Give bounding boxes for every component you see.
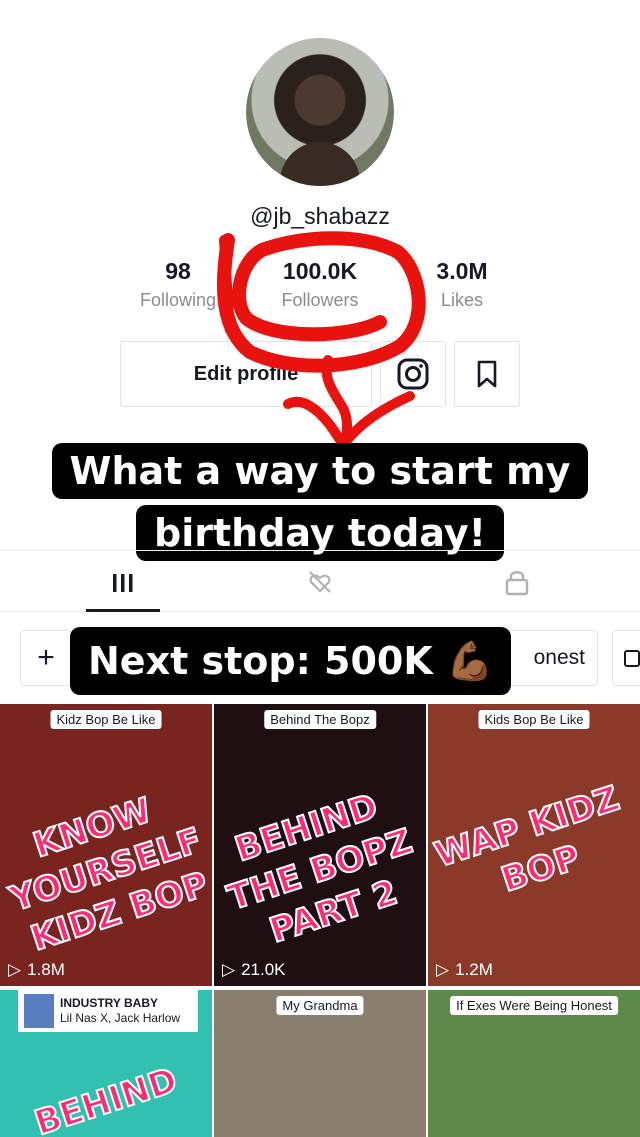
- caption-line-1-text: What a way to start my: [51, 443, 589, 499]
- video-badge: Kidz Bop Be Like: [50, 710, 162, 729]
- video-overlay-text: BEHIND: [29, 1059, 183, 1137]
- playlist-chip[interactable]: onest: [500, 630, 598, 686]
- tab-private[interactable]: [410, 551, 623, 613]
- video-overlay-text: BEHIND THE BOPZ PART 2: [222, 785, 418, 952]
- video-badge: Kids Bop Be Like: [478, 710, 590, 729]
- video-tile[interactable]: INDUSTRY BABY Lil Nas X, Jack Harlow BEH…: [0, 990, 212, 1137]
- video-tile[interactable]: Kidz Bop Be Like KNOW YOURSELF KIDZ BOP …: [0, 704, 212, 986]
- playlist-chip-label: onest: [533, 646, 585, 669]
- view-count: ▷ 21.0K: [222, 960, 286, 980]
- liked-hidden-icon: [308, 571, 331, 593]
- video-badge: Behind The Bopz: [264, 710, 376, 729]
- video-badge: My Grandma: [276, 996, 364, 1015]
- active-tab-indicator: [86, 609, 160, 612]
- plus-icon: +: [37, 641, 55, 674]
- video-overlay-text: WAP KIDZ BOP: [429, 778, 625, 902]
- view-count: ▷ 1.2M: [436, 960, 493, 980]
- video-overlay-text: KNOW YOURSELF KIDZ BOP: [4, 789, 212, 960]
- video-badge: If Exes Were Being Honest: [450, 996, 618, 1015]
- videos-grid-icon: [112, 574, 132, 592]
- song-card: INDUSTRY BABY Lil Nas X, Jack Harlow: [18, 990, 198, 1032]
- view-count-value: 1.2M: [455, 960, 493, 979]
- next-stop-text: Next stop: 500K 💪🏾: [88, 638, 494, 683]
- song-artist: Lil Nas X, Jack Harlow: [60, 1011, 181, 1025]
- red-circle-annotation: [216, 231, 426, 457]
- video-tile[interactable]: Kids Bop Be Like WAP KIDZ BOP ▷ 1.2M: [428, 704, 640, 986]
- add-playlist-button[interactable]: +: [20, 630, 72, 686]
- caption-line-1: What a way to start my: [0, 443, 640, 499]
- play-icon: ▷: [436, 960, 450, 979]
- play-icon: ▷: [222, 960, 236, 979]
- playlist-icon: [624, 650, 640, 667]
- video-tile[interactable]: If Exes Were Being Honest: [428, 990, 640, 1137]
- play-icon: ▷: [8, 960, 22, 979]
- next-stop-caption: Next stop: 500K 💪🏾: [70, 627, 512, 695]
- tab-liked[interactable]: [213, 551, 426, 613]
- view-count-value: 1.8M: [27, 960, 65, 979]
- profile-tabs: [0, 550, 640, 612]
- playlist-chip-next[interactable]: [612, 630, 640, 686]
- video-tile[interactable]: Behind The Bopz BEHIND THE BOPZ PART 2 ▷…: [214, 704, 426, 986]
- tab-videos[interactable]: [16, 551, 229, 613]
- album-art: [24, 994, 54, 1028]
- view-count: ▷ 1.8M: [8, 960, 65, 980]
- private-lock-icon: [505, 571, 528, 596]
- view-count-value: 21.0K: [241, 960, 286, 979]
- video-tile[interactable]: My Grandma: [214, 990, 426, 1137]
- song-title: INDUSTRY BABY: [60, 996, 159, 1010]
